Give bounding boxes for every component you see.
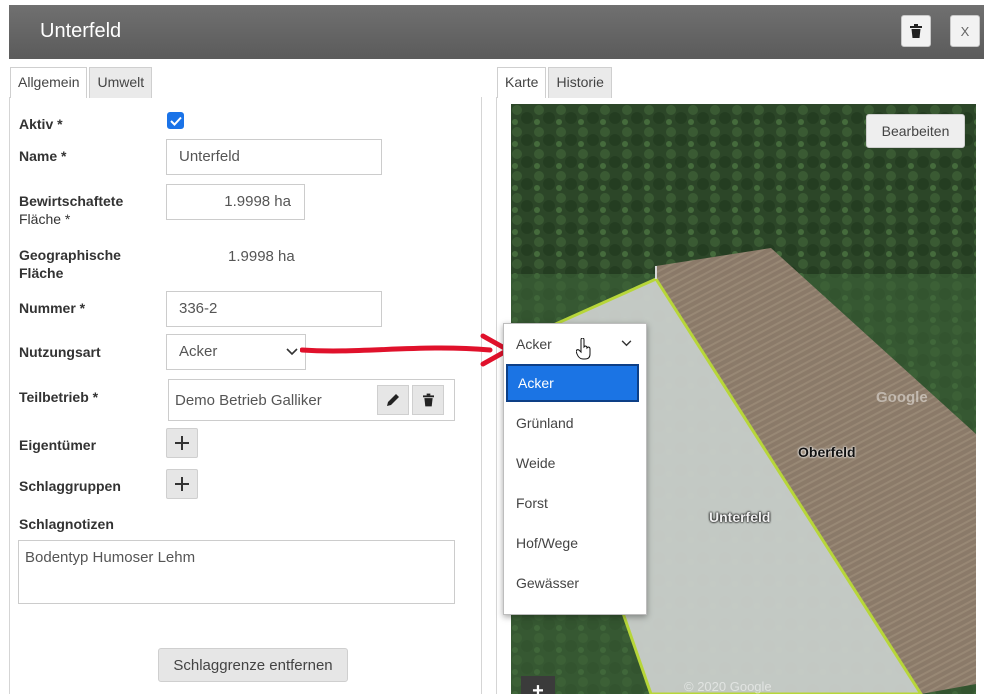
nummer-input[interactable]: 336-2 <box>166 291 382 327</box>
dropdown-option-acker[interactable]: Acker <box>506 364 639 402</box>
add-schlaggruppe-button[interactable] <box>166 469 198 499</box>
geographische-label-line1: Geographische <box>19 247 121 263</box>
left-tabbar: Allgemein Umwelt <box>10 67 154 98</box>
map-label-unterfeld: Unterfeld <box>709 509 771 525</box>
plus-icon <box>175 477 189 491</box>
bewirtschaftete-label-line2: Fläche * <box>19 211 71 227</box>
bewirtschaftete-input[interactable]: 1.9998 ha <box>166 184 305 220</box>
tab-umwelt[interactable]: Umwelt <box>89 67 153 98</box>
name-input[interactable]: Unterfeld <box>166 139 382 175</box>
dropdown-selected-display[interactable]: Acker <box>504 324 646 364</box>
edit-teilbetrieb-button[interactable] <box>377 385 409 415</box>
pencil-icon <box>387 394 399 406</box>
nummer-label: Nummer * <box>19 300 86 316</box>
tab-historie[interactable]: Historie <box>548 67 612 98</box>
nutzungsart-select[interactable]: Acker <box>166 334 306 370</box>
chevron-down-icon <box>621 340 632 347</box>
dropdown-option-forst[interactable]: Forst <box>504 484 646 522</box>
nutzungsart-dropdown: Acker Acker Grünland Weide Forst Hof/Weg… <box>503 323 647 615</box>
nutzungsart-value: Acker <box>179 343 218 360</box>
teilbetrieb-label: Teilbetrieb * <box>19 389 99 405</box>
dialog-title: Unterfeld <box>40 20 122 42</box>
close-icon: X <box>960 23 970 39</box>
geographische-label-line2: Fläche <box>19 265 64 281</box>
bewirtschaftete-label-line1: Bewirtschaftete <box>19 193 124 209</box>
chevron-down-icon <box>286 348 298 356</box>
plus-icon <box>175 436 189 450</box>
schlaggruppen-label: Schlaggruppen <box>19 478 121 494</box>
dropdown-selected-value: Acker <box>516 336 552 352</box>
schlagnotizen-textarea[interactable]: Bodentyp Humoser Lehm <box>18 540 455 604</box>
close-button[interactable]: X <box>950 15 980 47</box>
teilbetrieb-value: Demo Betrieb Galliker <box>175 392 322 409</box>
geographische-value: 1.9998 ha <box>228 248 295 265</box>
edit-map-button[interactable]: Bearbeiten <box>866 114 965 148</box>
dropdown-option-weide[interactable]: Weide <box>504 444 646 482</box>
map-label-oberfeld: Oberfeld <box>798 444 856 460</box>
remove-boundary-button[interactable]: Schlaggrenze entfernen <box>158 648 348 682</box>
teilbetrieb-field: Demo Betrieb Galliker <box>168 379 455 421</box>
trash-icon <box>422 393 434 407</box>
dropdown-option-hof-wege[interactable]: Hof/Wege <box>504 524 646 562</box>
map-copyright: © 2020 Google <box>684 679 772 694</box>
dialog-titlebar: Unterfeld X <box>9 5 984 59</box>
nutzungsart-label: Nutzungsart <box>19 344 101 360</box>
delete-button[interactable] <box>901 15 931 47</box>
aktiv-checkbox[interactable] <box>167 112 184 129</box>
hand-cursor-icon <box>576 338 591 360</box>
google-watermark: Google <box>876 389 928 406</box>
aktiv-label: Aktiv * <box>19 116 63 132</box>
right-tabbar: Karte Historie <box>497 67 614 98</box>
eigentuemer-label: Eigentümer <box>19 437 97 453</box>
dropdown-option-gruenland[interactable]: Grünland <box>504 404 646 442</box>
trash-icon <box>910 24 922 38</box>
name-label: Name * <box>19 148 67 164</box>
dropdown-option-gewaesser[interactable]: Gewässer <box>504 564 646 602</box>
annotation-arrow <box>300 333 511 367</box>
add-eigentuemer-button[interactable] <box>166 428 198 458</box>
zoom-in-button[interactable]: + <box>521 676 555 694</box>
checkmark-icon <box>169 116 182 126</box>
tab-karte[interactable]: Karte <box>497 67 547 98</box>
schlagnotizen-label: Schlagnotizen <box>19 516 114 532</box>
tab-allgemein[interactable]: Allgemein <box>10 67 88 98</box>
delete-teilbetrieb-button[interactable] <box>412 385 444 415</box>
